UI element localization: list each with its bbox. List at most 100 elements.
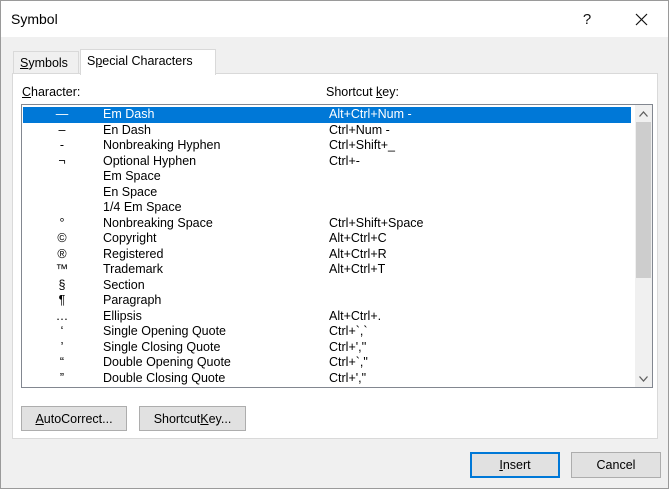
list-item[interactable]: ™ Trademark Alt+Ctrl+T [23,262,631,278]
shortcut-key: Alt+Ctrl+C [329,231,387,245]
shortcut-key: Ctrl+Shift+_ [329,138,396,152]
character-name: Nonbreaking Hyphen [103,138,221,152]
shortcut-key: Ctrl+','' [329,339,367,354]
header-text-post: ey: [382,85,399,99]
scroll-down-button[interactable] [635,370,652,387]
shortcut-key-button[interactable]: Shortcut Key... [139,406,246,431]
character-glyph: — [55,107,69,121]
tab-symbols[interactable]: Symbols [13,51,79,74]
help-icon: ? [582,10,592,28]
list-item[interactable]: 1/4 Em Space [23,200,631,216]
character-name: Registered [103,246,164,261]
shortcut-key: Ctrl+Shift+Space [329,215,424,230]
vertical-scrollbar[interactable] [635,105,652,387]
shortcut-key: Ctrl+'," [329,370,367,385]
character-glyph: ” [59,370,65,385]
list-item[interactable]: – En Dash Ctrl+Num - [23,123,631,139]
list-item[interactable]: — Em Dash Alt+Ctrl+Num - [23,107,631,123]
character-glyph: ¬ [58,153,66,168]
character-name: Single Opening Quote [103,324,227,338]
close-icon [635,13,647,25]
list-item[interactable]: ” Double Closing Quote Ctrl+'," [23,371,631,387]
character-name: Optional Hyphen [103,153,197,168]
list-item[interactable]: ¶ Paragraph [23,293,631,309]
list-item[interactable]: En Space [23,185,631,201]
button-accesskey: A [35,411,44,426]
shortcut-key: Alt+Ctrl+. [329,308,382,323]
character-name: Copyright [103,231,157,245]
character-glyph: ¶ [58,293,66,307]
chevron-down-icon [639,375,648,382]
character-column-header: Character: [22,85,80,99]
character-name: Nonbreaking Space [103,215,213,230]
cancel-button[interactable]: Cancel [571,452,661,478]
list-item[interactable]: ‘ Single Opening Quote Ctrl+`,` [23,324,631,340]
autocorrect-button[interactable]: AutoCorrect... [21,406,127,431]
shortcut-key: Ctrl+`,` [329,324,368,338]
shortcut-key: Ctrl+Num - [329,122,390,137]
symbol-dialog: Symbol ? Symbols Special Characters Char… [0,0,669,489]
button-label: utoCorrect... [43,411,113,426]
list-item[interactable]: © Copyright Alt+Ctrl+C [23,231,631,247]
button-label-post: ey... [208,411,232,426]
character-name: Double Opening Quote [103,355,231,369]
list-item[interactable]: Em Space [23,169,631,185]
list-item[interactable]: ¬ Optional Hyphen Ctrl+- [23,154,631,170]
character-glyph: … [55,308,69,323]
character-glyph: “ [59,355,65,369]
tab-special-characters[interactable]: Special Characters [80,49,216,75]
character-name: Trademark [103,262,163,276]
list-item[interactable]: - Nonbreaking Hyphen Ctrl+Shift+_ [23,138,631,154]
tab-label-post: ymbols [28,56,68,70]
shortcut-key-column-header: Shortcut key: [326,85,399,99]
character-name: Em Space [103,169,161,183]
character-name: Double Closing Quote [103,370,226,385]
tab-label-post: ecial Characters [102,54,193,68]
list-item[interactable]: “ Double Opening Quote Ctrl+`," [23,355,631,371]
list-rows: — Em Dash Alt+Ctrl+Num - – En Dash Ctrl+Num -… [23,107,631,386]
character-name: Section [103,277,145,292]
chevron-up-icon [639,110,648,117]
shortcut-key: Ctrl+- [329,153,360,168]
list-item[interactable]: ® Registered Alt+Ctrl+R [23,247,631,263]
character-name: Em Dash [103,107,155,121]
scrollbar-thumb[interactable] [636,122,651,278]
list-item[interactable]: ’ Single Closing Quote Ctrl+','' [23,340,631,356]
header-text: haracter: [31,85,81,99]
shortcut-key: Alt+Ctrl+T [329,262,386,276]
button-accesskey: K [200,411,209,426]
character-glyph: © [57,231,67,245]
button-label-pre: Shortcut [153,411,201,426]
character-glyph: - [59,138,65,152]
list-item[interactable]: § Section [23,278,631,294]
character-name: Ellipsis [103,308,142,323]
scroll-up-button[interactable] [635,105,652,122]
character-glyph: ’ [60,339,64,354]
character-glyph: ® [57,246,67,261]
close-button[interactable] [623,5,659,33]
dialog-title: Symbol [11,11,58,27]
special-characters-list[interactable]: — Em Dash Alt+Ctrl+Num - – En Dash Ctrl+Num -… [21,104,653,388]
tab-strip: Symbols Special Characters [13,49,658,75]
character-name: En Dash [103,122,151,137]
button-label: nsert [502,458,531,472]
character-name: En Space [103,184,158,199]
character-name: Single Closing Quote [103,339,221,354]
list-item[interactable]: … Ellipsis Alt+Ctrl+. [23,309,631,325]
character-glyph: ‘ [60,324,64,338]
title-bar: Symbol ? [1,1,668,37]
character-name: 1/4 Em Space [103,200,182,214]
character-glyph: ° [59,215,65,230]
help-button[interactable]: ? [569,5,605,33]
character-glyph: ™ [55,262,69,276]
special-characters-panel: Character: Shortcut key: — Em Dash Alt+Ctr… [12,73,658,439]
header-accesskey: C [22,85,32,99]
header-text-pre: Shortcut [326,85,377,99]
character-glyph: – [58,122,66,137]
shortcut-key: Alt+Ctrl+Num - [329,107,412,121]
list-item[interactable]: ° Nonbreaking Space Ctrl+Shift+Space [23,216,631,232]
character-glyph: § [58,277,66,292]
shortcut-key: Ctrl+`," [329,355,368,369]
character-name: Paragraph [103,293,162,307]
insert-button[interactable]: Insert [470,452,560,478]
